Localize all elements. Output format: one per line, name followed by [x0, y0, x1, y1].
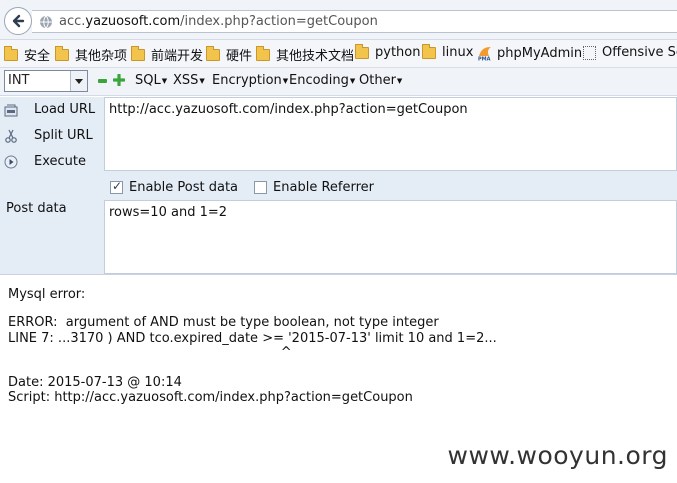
menu-arrow-icon: ▼ [349, 76, 356, 85]
load-url-icon [4, 104, 18, 116]
back-arrow-icon [12, 14, 25, 28]
bookmark-python[interactable]: python [355, 43, 420, 60]
url-textarea-value: http://acc.yazuosoft.com/index.php?actio… [109, 102, 468, 117]
error-caret: ^ [8, 345, 292, 360]
options-row: Enable Post data Enable Referrer [104, 176, 374, 198]
enable-post-label[interactable]: Enable Post data [129, 180, 238, 195]
menu-sql[interactable]: SQL▼ [135, 73, 167, 88]
enable-post-checkbox[interactable] [110, 179, 123, 194]
play-icon [4, 155, 18, 168]
phpmyadmin-icon: PMA [478, 47, 491, 62]
address-text: acc.yazuosoft.com/index.php?action=getCo… [59, 14, 378, 29]
folder-icon [4, 45, 18, 61]
menu-arrow-icon: ▼ [161, 76, 168, 85]
load-url-button[interactable]: Load URL [4, 102, 95, 117]
bookmark-frontend[interactable]: 前端开发 [131, 45, 203, 64]
menu-other[interactable]: Other▼ [359, 73, 402, 88]
folder-icon [422, 43, 436, 59]
error-message: ERROR: argument of AND must be type bool… [8, 315, 439, 330]
error-date: Date: 2015-07-13 @ 10:14 [8, 375, 182, 390]
bookmarks-bar: 安全 其他杂项 前端开发 硬件 其他技术文档 python linux PMA … [0, 40, 677, 68]
enable-referrer-label[interactable]: Enable Referrer [273, 180, 374, 195]
globe-icon [40, 15, 52, 29]
menu-arrow-icon: ▼ [282, 76, 289, 85]
post-data-value: rows=10 and 1=2 [109, 205, 228, 220]
back-button[interactable] [4, 7, 32, 35]
type-select[interactable]: INT [4, 70, 88, 92]
menu-encryption[interactable]: Encryption▼ [212, 73, 288, 88]
url-textarea[interactable]: http://acc.yazuosoft.com/index.php?actio… [104, 97, 677, 171]
menu-arrow-icon: ▼ [199, 76, 205, 85]
address-input[interactable]: acc.yazuosoft.com/index.php?action=getCo… [32, 10, 677, 33]
watermark: www.wooyun.org [447, 441, 668, 470]
error-script: Script: http://acc.yazuosoft.com/index.p… [8, 390, 413, 405]
type-select-value: INT [8, 73, 30, 88]
enable-referrer-checkbox[interactable] [254, 180, 268, 194]
split-url-button[interactable]: Split URL [4, 128, 93, 143]
folder-icon [355, 43, 369, 59]
bookmark-techdocs[interactable]: 其他技术文档 [256, 45, 354, 64]
page-content: Mysql error: ERROR: argument of AND must… [0, 274, 677, 483]
scissors-icon [5, 129, 17, 143]
decrease-icon[interactable] [98, 79, 107, 83]
folder-icon [206, 45, 220, 61]
execute-button[interactable]: Execute [4, 154, 86, 169]
bookmark-hardware[interactable]: 硬件 [206, 45, 252, 64]
address-bar-row: acc.yazuosoft.com/index.php?action=getCo… [0, 0, 677, 40]
mysql-error-heading: Mysql error: [8, 287, 86, 302]
folder-icon [131, 45, 145, 61]
chevron-down-icon [70, 71, 87, 91]
folder-icon [256, 45, 270, 61]
increase-icon[interactable] [113, 74, 125, 86]
post-data-textarea[interactable]: rows=10 and 1=2 [104, 200, 677, 274]
menu-encoding[interactable]: Encoding▼ [289, 73, 355, 88]
bookmark-linux[interactable]: linux [422, 43, 473, 60]
page-icon [583, 45, 596, 60]
hackbar-toolbar: INT SQL▼ XSS▼ Encryption▼ Encoding▼ Othe… [0, 68, 677, 96]
menu-arrow-icon: ▼ [396, 76, 403, 85]
bookmark-phpmyadmin[interactable]: PMA phpMyAdmin [477, 45, 582, 62]
bookmark-anquan[interactable]: 安全 [4, 45, 50, 64]
hackbar-actions-panel: Load URL Split URL Execute Post data [0, 97, 104, 274]
svg-text:PMA: PMA [478, 57, 491, 62]
post-data-label: Post data [6, 201, 67, 216]
error-line: LINE 7: ...3170 ) AND tco.expired_date >… [8, 331, 497, 346]
bookmark-misc[interactable]: 其他杂项 [55, 45, 127, 64]
folder-icon [55, 45, 69, 61]
menu-xss[interactable]: XSS▼ [173, 73, 205, 88]
bookmark-offensive-sec[interactable]: Offensive Sec [583, 45, 677, 60]
